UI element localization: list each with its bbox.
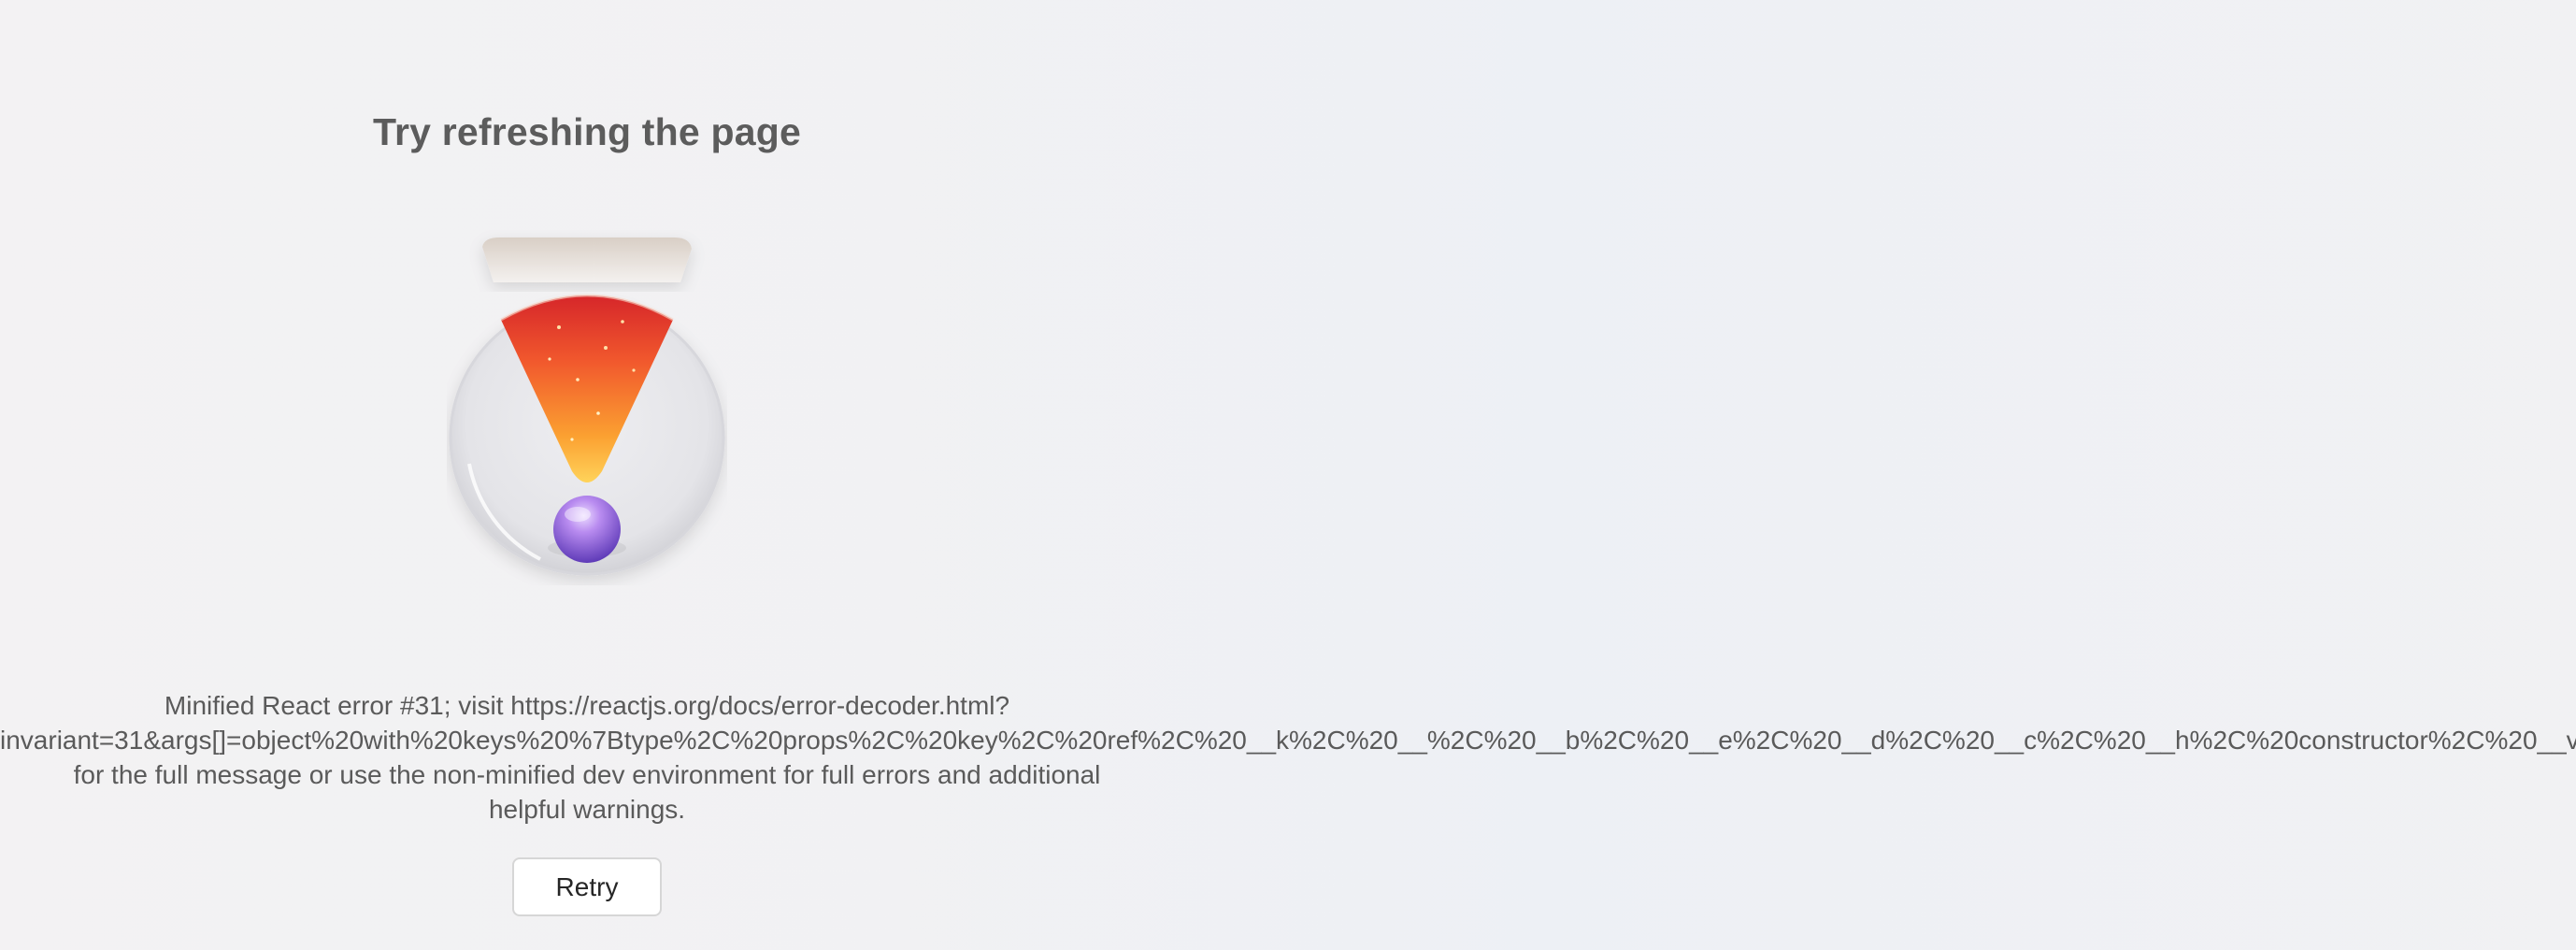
error-message-line: Minified React error #31; visit https://…	[164, 691, 1010, 720]
error-message-line: invariant=31&args[]=object%20with%20keys…	[0, 726, 2576, 755]
error-message-line: helpful warnings.	[488, 795, 686, 824]
retry-button[interactable]: Retry	[512, 857, 662, 916]
exclamation-warning-icon	[447, 230, 727, 585]
page-title: Try refreshing the page	[372, 110, 801, 153]
error-panel: Try refreshing the page Minified React e…	[0, 0, 2576, 950]
error-message: Minified React error #31; visit https://…	[0, 688, 2576, 827]
error-message-line: for the full message or use the non-mini…	[73, 760, 1101, 789]
